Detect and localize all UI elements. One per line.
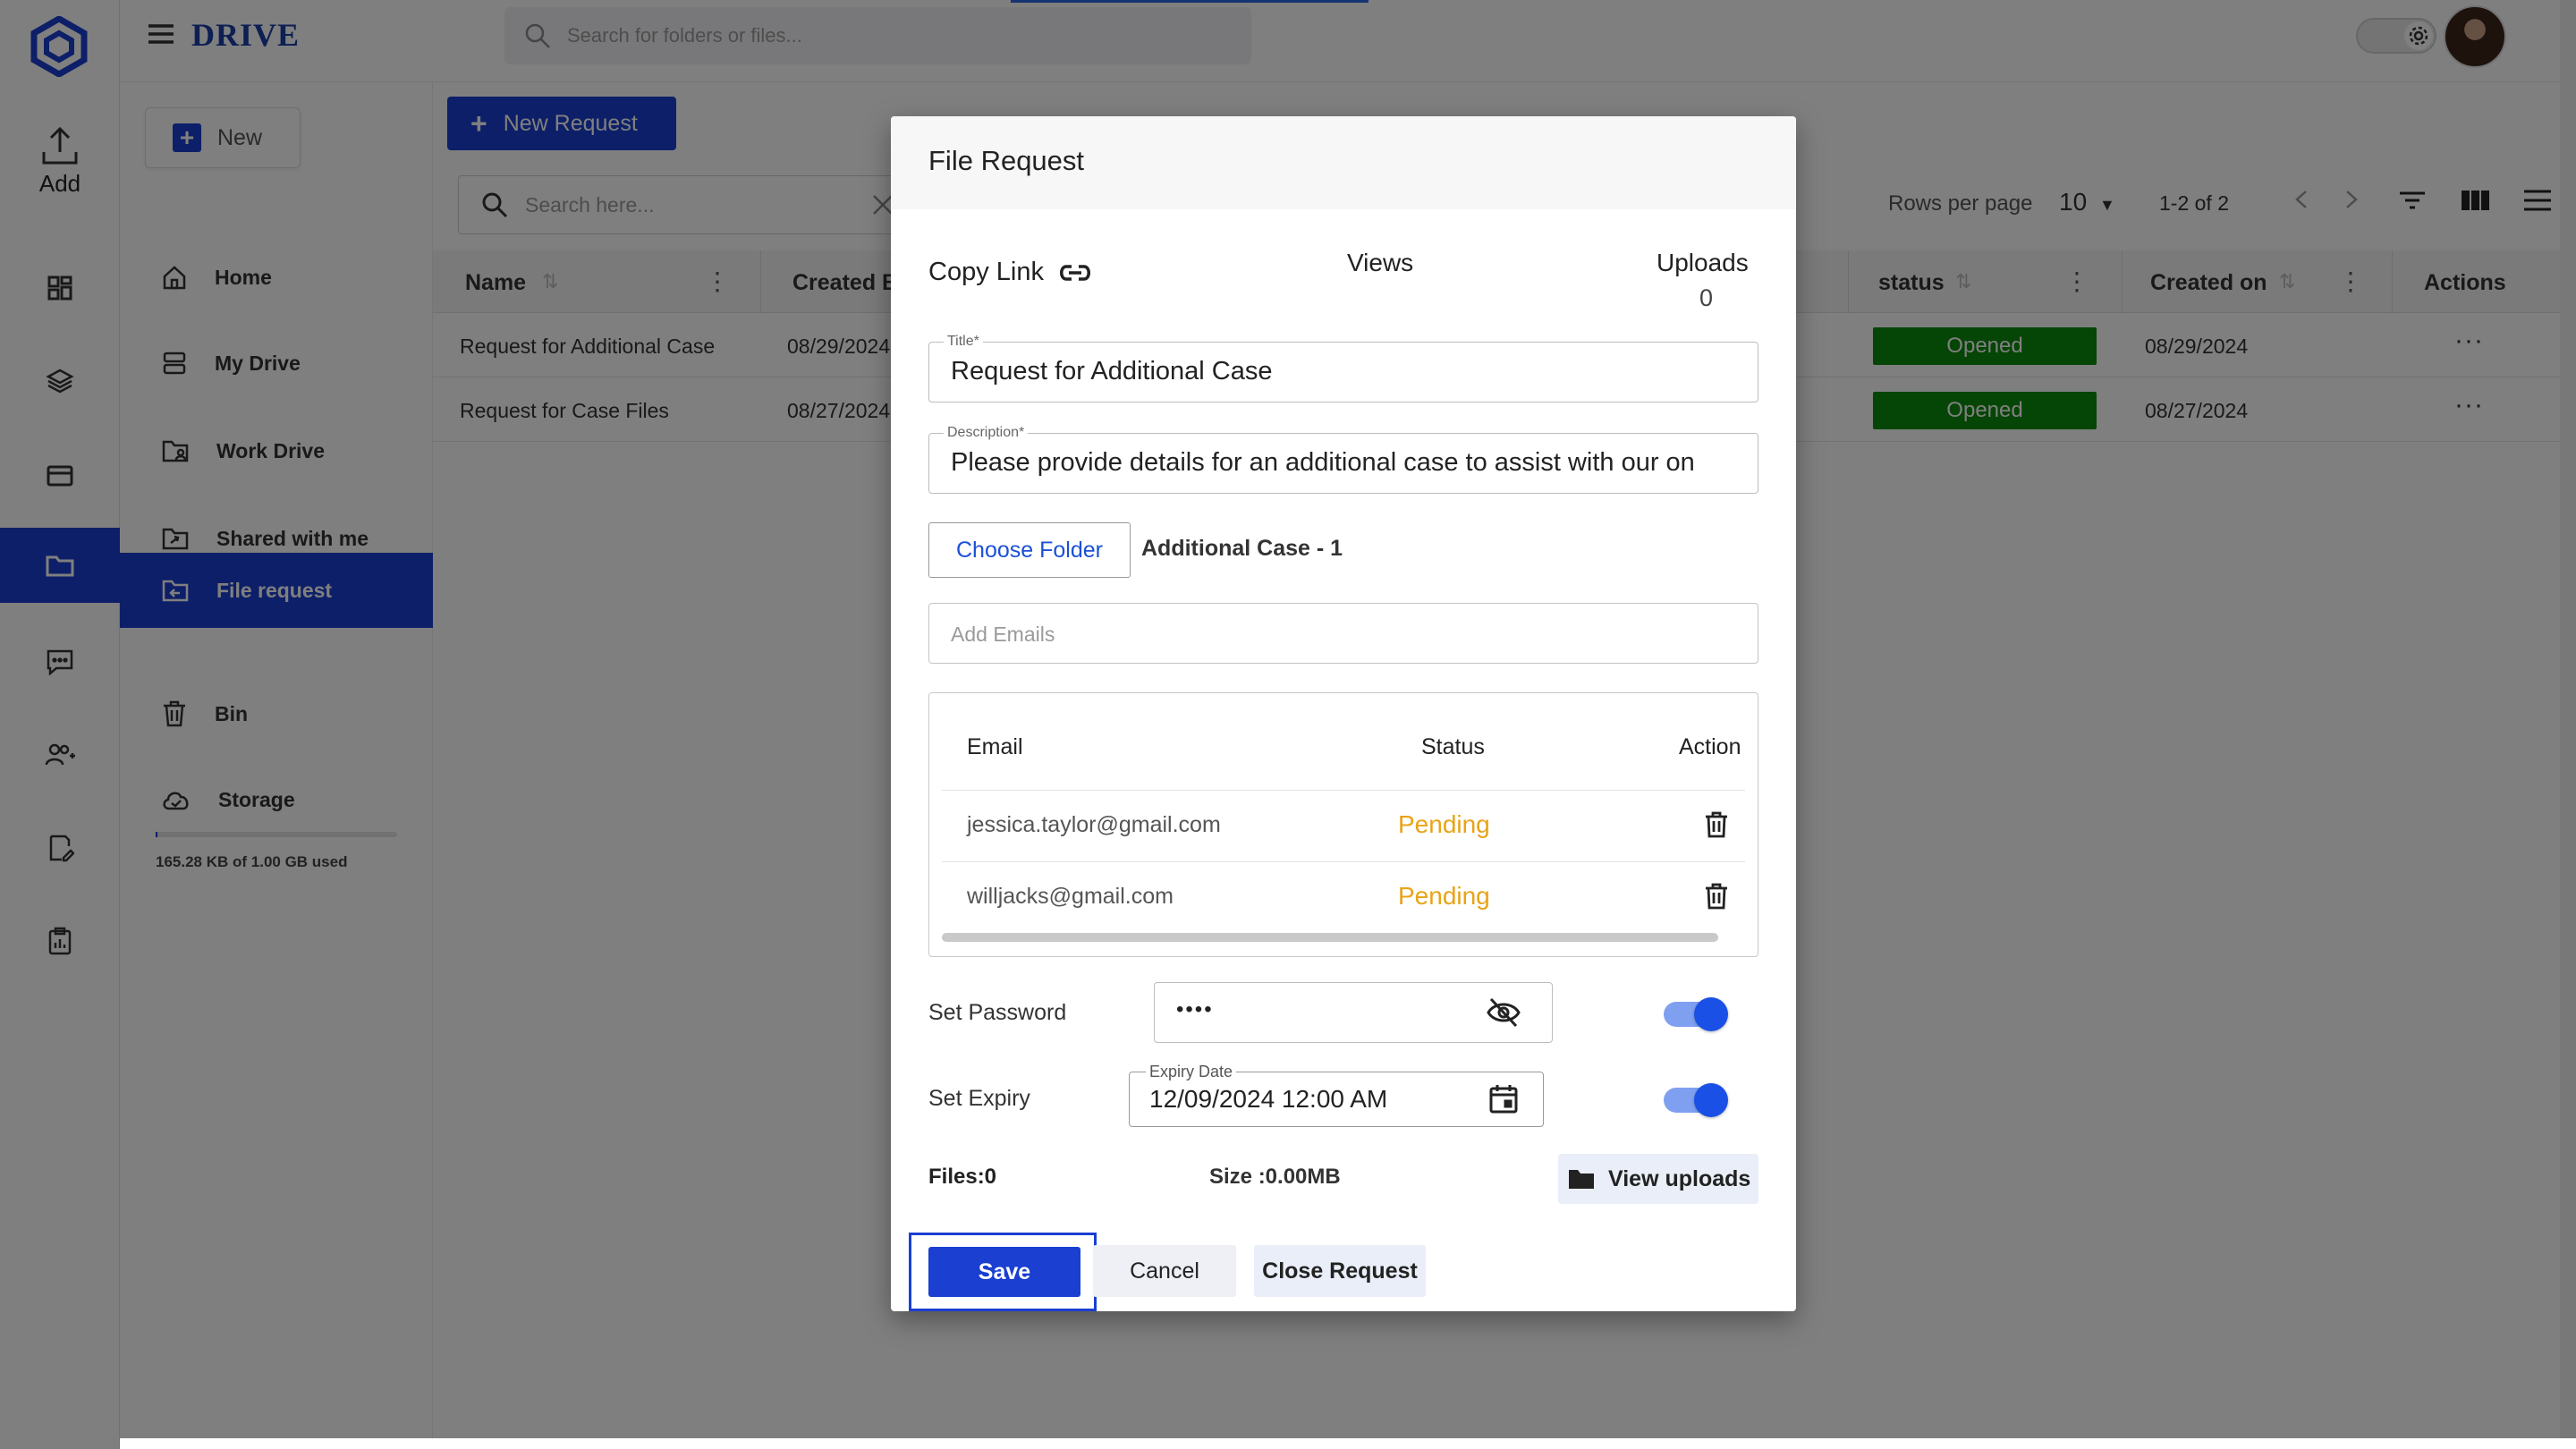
title-field-value: Request for Additional Case xyxy=(951,357,1273,386)
password-value: •••• xyxy=(1176,997,1214,1021)
status-col-header: Status xyxy=(1421,734,1485,759)
email-row: jessica.taylor@gmail.com Pending xyxy=(942,790,1745,861)
expiry-date-field[interactable]: Expiry Date 12/09/2024 12:00 AM xyxy=(1129,1063,1544,1127)
email-status: Pending xyxy=(1398,810,1490,838)
uploads-count: 0 xyxy=(1699,284,1714,311)
files-count: Files:0 xyxy=(928,1165,997,1189)
password-field[interactable]: •••• xyxy=(1154,982,1553,1043)
calendar-icon[interactable] xyxy=(1487,1083,1520,1115)
add-emails-placeholder: Add Emails xyxy=(951,623,1055,646)
eye-off-icon[interactable] xyxy=(1486,996,1521,1030)
email-row: willjacks@gmail.com Pending xyxy=(942,861,1745,933)
link-icon xyxy=(1059,264,1090,281)
title-field-label: Title* xyxy=(944,334,983,350)
email-table: Email Status Action jessica.taylor@gmail… xyxy=(928,692,1758,957)
view-uploads-label: View uploads xyxy=(1608,1165,1751,1191)
description-field-value: Please provide details for an additional… xyxy=(951,448,1695,477)
choose-folder-button[interactable]: Choose Folder xyxy=(928,522,1131,578)
file-request-dialog: File Request Copy Link Views Uploads 0 T… xyxy=(891,116,1796,1311)
set-password-label: Set Password xyxy=(928,1000,1067,1025)
folder-icon xyxy=(1569,1170,1594,1189)
action-col-header: Action xyxy=(1679,734,1741,759)
title-field[interactable]: Title* Request for Additional Case xyxy=(928,334,1758,402)
save-button[interactable]: Save xyxy=(928,1247,1080,1297)
password-toggle[interactable] xyxy=(1664,997,1728,1031)
files-size: Size :0.00MB xyxy=(1209,1165,1341,1189)
set-expiry-label: Set Expiry xyxy=(928,1086,1030,1111)
delete-icon[interactable] xyxy=(1704,882,1729,911)
description-field-label: Description* xyxy=(944,425,1029,441)
uploads-label: Uploads xyxy=(1657,249,1749,276)
expiry-date-value: 12/09/2024 12:00 AM xyxy=(1149,1085,1388,1113)
email-address: jessica.taylor@gmail.com xyxy=(967,812,1221,837)
cancel-button[interactable]: Cancel xyxy=(1093,1245,1236,1297)
email-address: willjacks@gmail.com xyxy=(967,884,1174,909)
expiry-toggle[interactable] xyxy=(1664,1083,1728,1117)
add-emails-input[interactable]: Add Emails xyxy=(928,603,1758,664)
email-status: Pending xyxy=(1398,882,1490,910)
delete-icon[interactable] xyxy=(1704,810,1729,839)
copy-link-label: Copy Link xyxy=(928,258,1044,286)
dialog-title: File Request xyxy=(928,145,1085,176)
view-uploads-button[interactable]: View uploads xyxy=(1558,1154,1758,1204)
close-request-button[interactable]: Close Request xyxy=(1254,1245,1426,1297)
email-col-header: Email xyxy=(967,734,1023,759)
dialog-header: File Request xyxy=(891,116,1796,209)
views-label: Views xyxy=(1347,249,1414,276)
page-bottom-strip xyxy=(120,1438,2576,1449)
email-table-scrollbar[interactable] xyxy=(942,933,1718,942)
selected-folder-name: Additional Case - 1 xyxy=(1141,536,1343,561)
description-field[interactable]: Description* Please provide details for … xyxy=(928,425,1758,494)
copy-link-button[interactable]: Copy Link xyxy=(928,258,1092,287)
expiry-date-label: Expiry Date xyxy=(1146,1063,1237,1081)
